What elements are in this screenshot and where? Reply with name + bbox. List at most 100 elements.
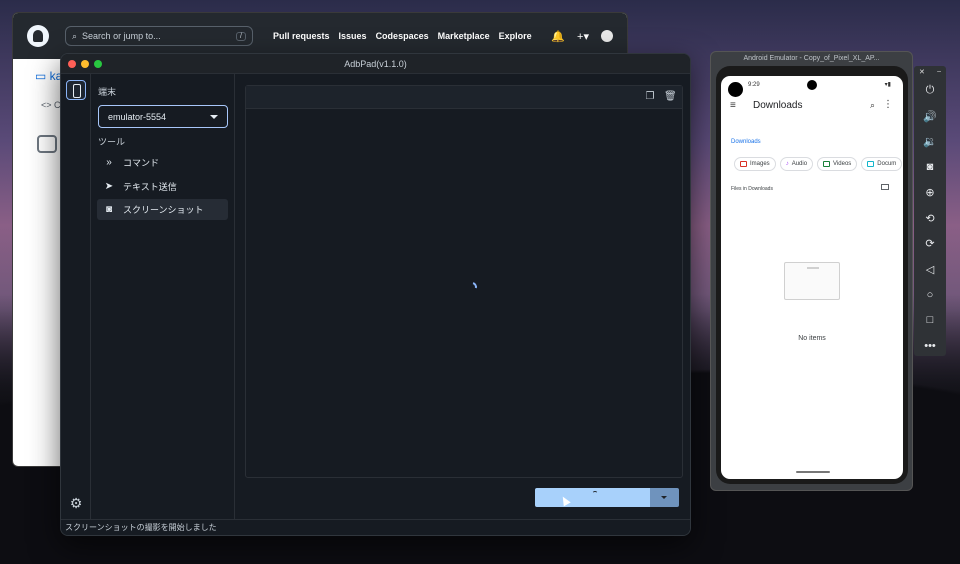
list-view-icon[interactable] <box>881 184 889 190</box>
clock: 9:29 <box>748 82 760 88</box>
camera-icon[interactable]: ◙ <box>914 155 946 181</box>
app-title: Downloads <box>753 100 803 111</box>
window-controls <box>68 60 102 68</box>
emulator-title: Android Emulator - Copy_of_Pixel_XL_AP..… <box>743 55 880 62</box>
nav-codespaces[interactable]: Codespaces <box>376 31 429 41</box>
device-section-label: 端末 <box>98 87 117 97</box>
caret-down-icon <box>210 114 218 119</box>
search-placeholder: Search or jump to... <box>82 31 161 41</box>
nav-marketplace[interactable]: Marketplace <box>438 31 490 41</box>
android-emulator-window: Android Emulator - Copy_of_Pixel_XL_AP..… <box>710 51 913 491</box>
volume-down-icon[interactable]: 🔉 <box>914 129 946 155</box>
delete-icon[interactable]: 🗑 <box>664 91 677 103</box>
files-section-label: Files in Downloads <box>731 186 773 192</box>
take-screenshot-button[interactable] <box>535 488 650 507</box>
sidebar: 端末 emulator-5554 ツール » コマンド ➤ テキスト送信 ◙ ス… <box>91 74 235 519</box>
send-icon: ➤ <box>104 181 114 192</box>
bot-avatar-icon <box>37 135 57 153</box>
search-icon: ⌕ <box>72 30 78 41</box>
nav-pull-requests[interactable]: Pull requests <box>273 31 330 41</box>
notification-bell-icon[interactable]: 🔔 <box>551 30 565 43</box>
tool-command[interactable]: » コマンド <box>97 152 228 173</box>
github-header-actions: 🔔 +▾ <box>551 30 613 43</box>
nav-explore[interactable]: Explore <box>499 31 532 41</box>
tool-send-text[interactable]: ➤ テキスト送信 <box>97 176 228 197</box>
status-message: スクリーンショットの撮影を開始しました <box>65 523 217 532</box>
chip-documents[interactable]: Docum <box>861 157 903 171</box>
search-icon[interactable]: ⌕ <box>870 100 875 111</box>
tools-section-label: ツール <box>98 137 126 147</box>
chip-images[interactable]: Images <box>734 157 776 171</box>
chip-label: Images <box>750 161 770 167</box>
create-new-button[interactable]: +▾ <box>577 30 589 43</box>
chip-audio[interactable]: ♪ Audio <box>779 157 814 171</box>
document-icon <box>867 161 875 167</box>
chip-videos[interactable]: Videos <box>817 157 858 171</box>
minimize-window-button[interactable] <box>81 60 89 68</box>
double-chevron-icon: » <box>106 157 112 168</box>
video-icon <box>823 161 831 167</box>
github-logo-icon[interactable] <box>27 25 49 47</box>
loading-spinner <box>465 280 479 294</box>
search-shortcut-badge: / <box>236 31 246 41</box>
android-status-bar: 9:29 ▾▮ <box>721 76 903 94</box>
screenshot-options-dropdown[interactable] <box>650 488 679 507</box>
more-icon[interactable]: ••• <box>914 333 946 359</box>
close-window-button[interactable] <box>68 60 76 68</box>
nav-issues[interactable]: Issues <box>339 31 367 41</box>
phone-screen: 9:29 ▾▮ ≡ Downloads ⌕ ⋮ Downloads Images… <box>721 76 903 479</box>
breadcrumb[interactable]: Downloads <box>731 139 761 145</box>
close-icon[interactable]: ✕ <box>919 68 925 76</box>
hamburger-menu-icon[interactable]: ≡ <box>730 100 736 111</box>
volume-up-icon[interactable]: 🔊 <box>914 104 946 130</box>
chip-label: Docum <box>877 161 897 167</box>
wifi-battery-icon: ▾▮ <box>884 82 891 88</box>
back-icon[interactable]: ◁ <box>914 257 946 283</box>
emulator-controls: ✕ – ⏻ 🔊 🔉 ◙ ⊕ ⟲ ⟳ ◁ ○ □ ••• <box>914 66 946 356</box>
repo-owner-link[interactable]: ▭ ka <box>35 69 62 83</box>
rotate-right-icon[interactable]: ⟳ <box>914 231 946 257</box>
github-nav: Pull requests Issues Codespaces Marketpl… <box>273 31 532 41</box>
code-tab[interactable]: <> C <box>41 100 61 110</box>
screenshot-preview-panel: ❐ 🗑 <box>245 85 683 478</box>
window-title: AdbPad(v1.1.0) <box>344 58 407 69</box>
github-search-input[interactable]: ⌕ Search or jump to... / <box>65 26 253 46</box>
adbpad-window: AdbPad(v1.1.0) ⚙ 端末 emulator-5554 ツール » … <box>60 53 691 536</box>
settings-gear-icon[interactable]: ⚙ <box>68 495 84 511</box>
device-select[interactable]: emulator-5554 <box>98 105 228 128</box>
more-vert-icon[interactable]: ⋮ <box>883 99 893 110</box>
empty-folder-illustration <box>784 262 840 300</box>
tool-screenshot[interactable]: ◙ スクリーンショット <box>97 199 228 220</box>
code-icon: <> <box>41 100 55 110</box>
music-note-icon: ♪ <box>785 161 789 167</box>
gesture-home-bar[interactable] <box>796 471 830 473</box>
preview-toolbar: ❐ 🗑 <box>246 86 682 109</box>
emulator-window-controls: ✕ – <box>914 66 946 78</box>
overview-icon[interactable]: □ <box>914 308 946 334</box>
tool-command-label: コマンド <box>123 158 160 168</box>
selected-device: emulator-5554 <box>108 111 167 122</box>
nav-rail: ⚙ <box>61 74 91 519</box>
tool-send-text-label: テキスト送信 <box>123 182 177 192</box>
power-icon[interactable]: ⏻ <box>914 78 946 104</box>
adbpad-titlebar: AdbPad(v1.1.0) <box>61 54 690 74</box>
zoom-icon[interactable]: ⊕ <box>914 180 946 206</box>
tool-screenshot-label: スクリーンショット <box>123 205 204 215</box>
image-icon <box>740 161 747 167</box>
home-icon[interactable]: ○ <box>914 282 946 308</box>
chip-label: Audio <box>791 161 808 167</box>
copy-icon[interactable]: ❐ <box>644 91 656 103</box>
repo-icon: ▭ <box>35 69 50 83</box>
empty-message: No items <box>798 335 826 342</box>
camera-icon: ◙ <box>105 204 113 215</box>
status-bar: スクリーンショットの撮影を開始しました <box>61 519 690 535</box>
filter-chips: Images ♪ Audio Videos Docum <box>734 157 903 171</box>
minimize-icon[interactable]: – <box>937 68 941 76</box>
zoom-window-button[interactable] <box>94 60 102 68</box>
caret-down-icon <box>661 496 667 499</box>
rotate-left-icon[interactable]: ⟲ <box>914 206 946 232</box>
user-avatar[interactable] <box>601 30 613 42</box>
camera-hole <box>807 80 817 90</box>
device-tab-phone-icon[interactable] <box>66 80 86 100</box>
button-loading-spinner <box>592 491 598 497</box>
